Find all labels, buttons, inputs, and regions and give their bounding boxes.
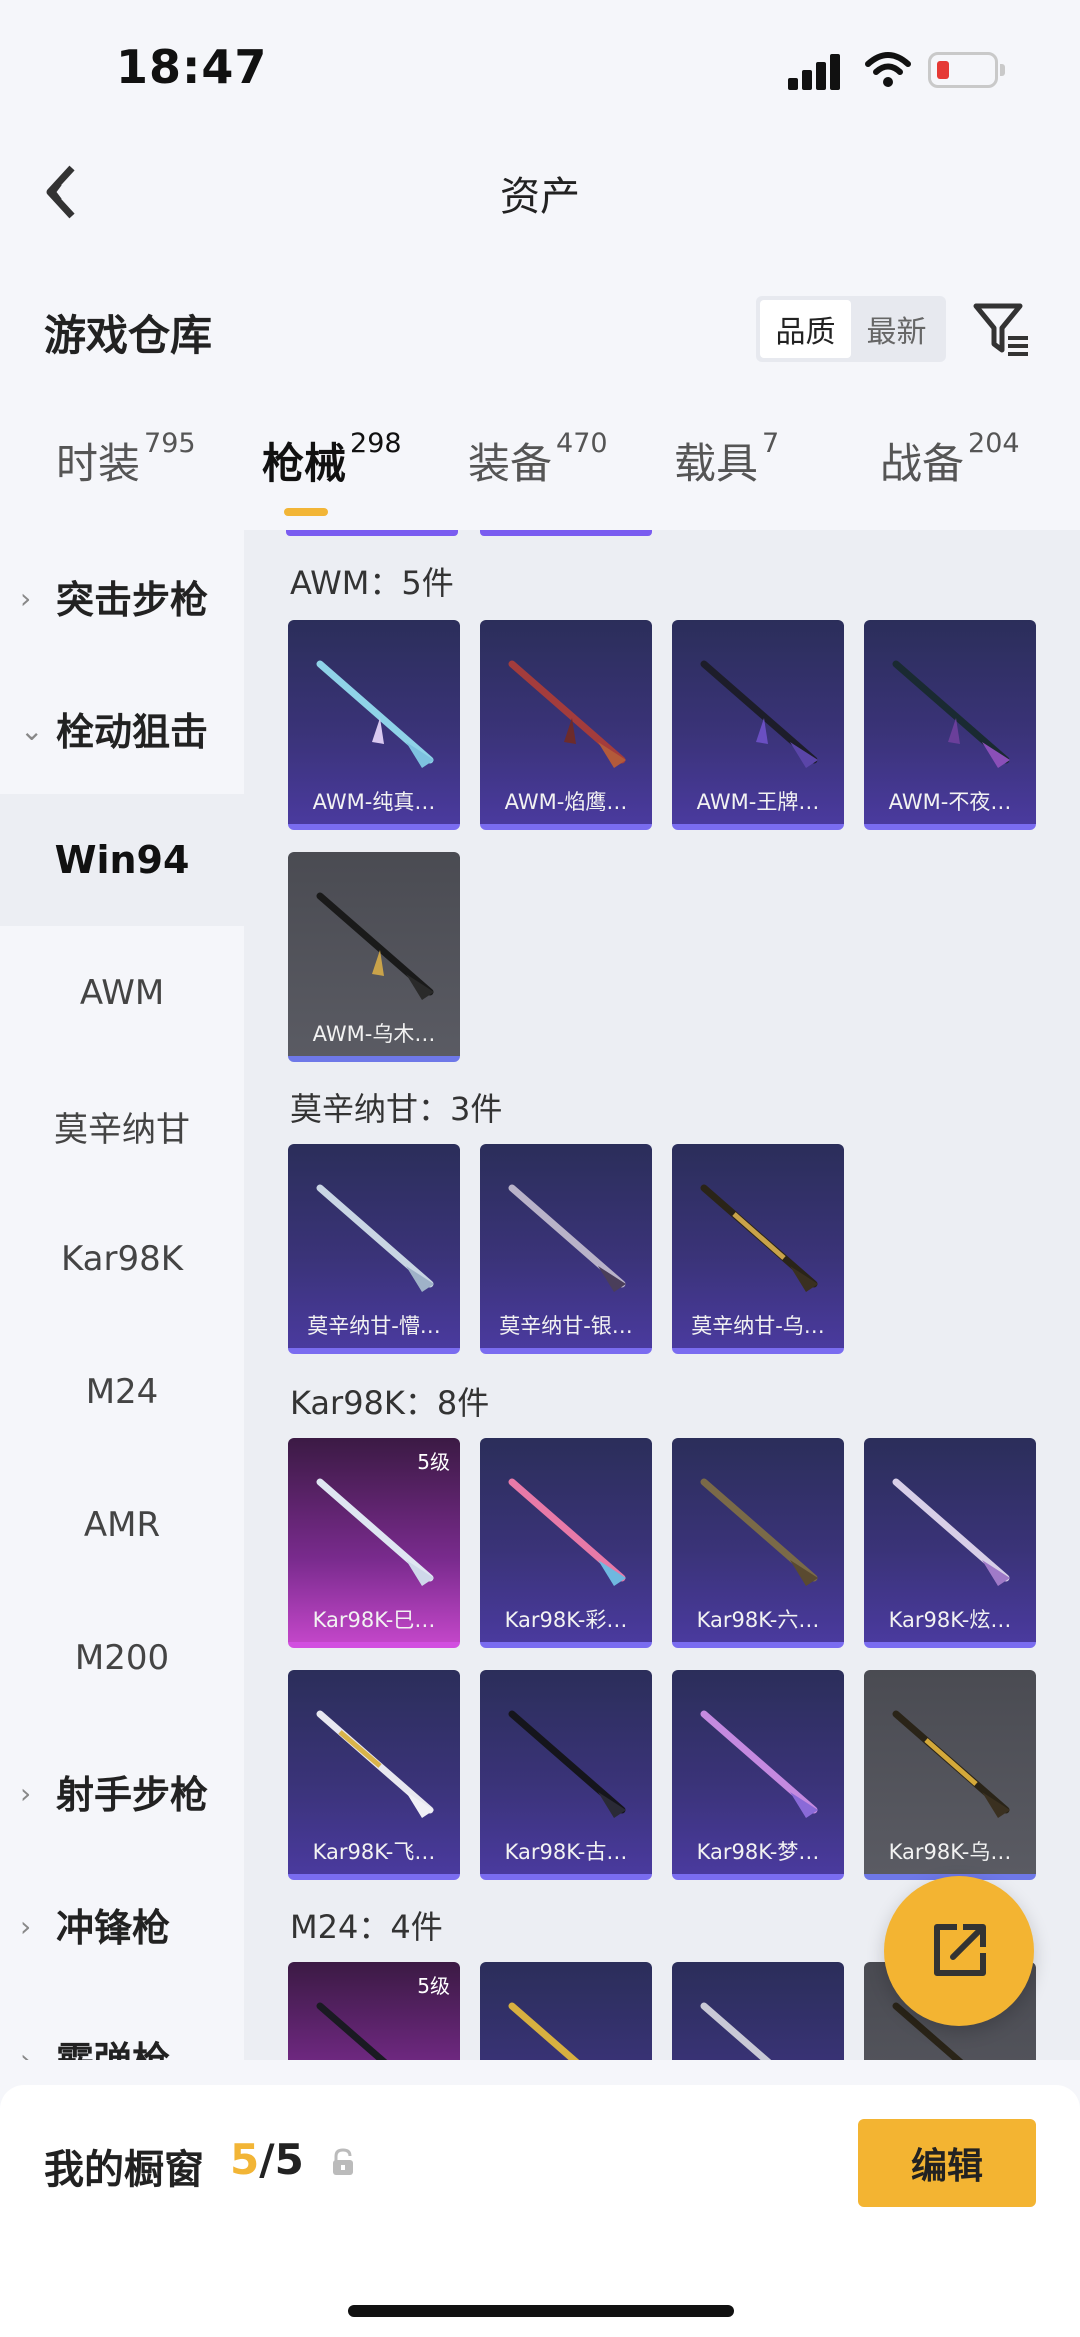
item-grid: AWM：5件 AWM-纯真… AWM-焰鹰… AWM-王牌… AWM-不夜… A…	[244, 530, 1080, 2060]
item-card[interactable]: AWM-乌木…	[288, 852, 460, 1062]
filter-icon[interactable]	[970, 298, 1032, 360]
nav-bar: 资产	[0, 140, 1080, 240]
sidebar-item-shotguns[interactable]: ›霰弹枪	[0, 1991, 244, 2061]
item-card[interactable]: Kar98K-炫…	[864, 1438, 1036, 1648]
sidebar: › 突击步枪 ⌄ 栓动狙击 Win94 AWM 莫辛纳甘 Kar98K M24 AM…	[0, 530, 244, 2060]
chevron-right-icon: ›	[20, 1910, 32, 1943]
sidebar-item-kar98k[interactable]: Kar98K	[0, 1193, 244, 1325]
rifle-icon	[508, 2002, 580, 2060]
sidebar-item-amr[interactable]: AMR	[0, 1459, 244, 1591]
rifle-icon	[316, 1710, 434, 1818]
sidebar-item-mosin[interactable]: 莫辛纳甘	[0, 1060, 244, 1192]
rifle-icon	[700, 660, 818, 768]
tab-guns[interactable]: 枪械 298	[262, 428, 402, 491]
rifle-icon	[316, 892, 434, 1000]
chevron-right-icon: ›	[20, 582, 32, 615]
item-card[interactable]: 莫辛纳甘-银…	[480, 1144, 652, 1354]
item-card[interactable]: Kar98K-六…	[672, 1438, 844, 1648]
section-header-kar98k: Kar98K：8件	[290, 1384, 490, 1422]
category-tabs: 时装 795 枪械 298 装备 470 载具 7 战备 204	[0, 428, 1080, 530]
active-tab-indicator	[284, 508, 328, 516]
sidebar-item-m24[interactable]: M24	[0, 1326, 244, 1458]
rifle-icon	[700, 2002, 772, 2060]
rifle-icon	[700, 1710, 818, 1818]
chevron-down-icon: ⌄	[20, 714, 44, 747]
rifle-icon	[316, 1184, 434, 1292]
sidebar-item-marksman-rifles[interactable]: › 射手步枪	[0, 1725, 244, 1857]
chevron-right-icon: ›	[20, 2043, 32, 2060]
sidebar-item-smg[interactable]: › 冲锋枪	[0, 1858, 244, 1990]
item-card[interactable]: 5级	[288, 1962, 460, 2060]
rifle-icon	[508, 1184, 626, 1292]
section-header-mosin: 莫辛纳甘：3件	[290, 1090, 503, 1128]
item-card[interactable]: Kar98K-乌…	[864, 1670, 1036, 1880]
rifle-icon	[892, 660, 1010, 768]
card-edge	[480, 530, 652, 536]
item-card[interactable]: 莫辛纳甘-懵…	[288, 1144, 460, 1354]
item-card[interactable]	[480, 1962, 652, 2060]
item-card[interactable]: Kar98K-彩…	[480, 1438, 652, 1648]
sidebar-item-assault-rifles[interactable]: › 突击步枪	[0, 530, 244, 662]
item-card[interactable]: Kar98K-梦…	[672, 1670, 844, 1880]
warehouse-title: 游戏仓库	[44, 311, 213, 360]
signal-icon	[788, 52, 846, 90]
item-card[interactable]: 莫辛纳甘-乌…	[672, 1144, 844, 1354]
item-card[interactable]: AWM-王牌…	[672, 620, 844, 830]
status-bar: 18:47	[0, 0, 1080, 140]
bottom-bar: 我的橱窗 5/5 编辑	[0, 2085, 1080, 2337]
sort-option-latest[interactable]: 最新	[851, 300, 942, 358]
sidebar-item-win94[interactable]: Win94	[0, 794, 244, 926]
rifle-icon	[316, 660, 434, 768]
rifle-icon	[508, 1478, 626, 1586]
item-card[interactable]	[672, 1962, 844, 2060]
share-button[interactable]	[884, 1876, 1034, 2026]
section-header-awm: AWM：5件	[290, 564, 454, 602]
sidebar-item-bolt-action[interactable]: ⌄ 栓动狙击	[0, 662, 244, 794]
edit-button[interactable]: 编辑	[858, 2119, 1036, 2207]
battery-icon	[928, 52, 1005, 88]
chevron-right-icon: ›	[20, 1777, 32, 1810]
rifle-icon	[700, 1184, 818, 1292]
home-indicator	[348, 2305, 734, 2317]
item-card[interactable]: AWM-纯真…	[288, 620, 460, 830]
share-icon	[934, 1924, 986, 1976]
item-card[interactable]: AWM-焰鹰…	[480, 620, 652, 830]
showcase-count: 5/5	[230, 2135, 304, 2184]
wifi-icon	[865, 52, 911, 87]
item-card[interactable]: 5级 Kar98K-巳…	[288, 1438, 460, 1648]
item-card[interactable]: Kar98K-古…	[480, 1670, 652, 1880]
page-title: 资产	[500, 174, 580, 220]
rifle-icon	[700, 1478, 818, 1586]
item-card[interactable]: Kar98K-飞…	[288, 1670, 460, 1880]
sort-option-quality[interactable]: 品质	[760, 300, 851, 358]
tab-equipment[interactable]: 装备 470	[468, 428, 608, 491]
status-time: 18:47	[116, 40, 268, 94]
card-edge	[286, 530, 458, 536]
rifle-icon	[508, 660, 626, 768]
rifle-icon	[892, 1478, 1010, 1586]
lock-icon	[333, 2148, 353, 2175]
tab-supplies[interactable]: 战备 204	[880, 428, 1020, 491]
rifle-icon	[892, 1710, 1010, 1818]
item-card[interactable]: AWM-不夜…	[864, 620, 1036, 830]
sidebar-item-m200[interactable]: M200	[0, 1592, 244, 1724]
rifle-icon	[508, 1710, 626, 1818]
sidebar-item-awm[interactable]: AWM	[0, 927, 244, 1059]
showcase-label: 我的橱窗	[44, 2147, 204, 2193]
tab-vehicles[interactable]: 载具 7	[674, 428, 779, 491]
tab-fashion[interactable]: 时装 795	[56, 428, 196, 491]
rifle-icon	[316, 1478, 434, 1586]
section-header-m24: M24：4件	[290, 1908, 443, 1946]
sort-toggle: 品质 最新	[756, 296, 946, 362]
rifle-icon	[316, 2002, 388, 2060]
